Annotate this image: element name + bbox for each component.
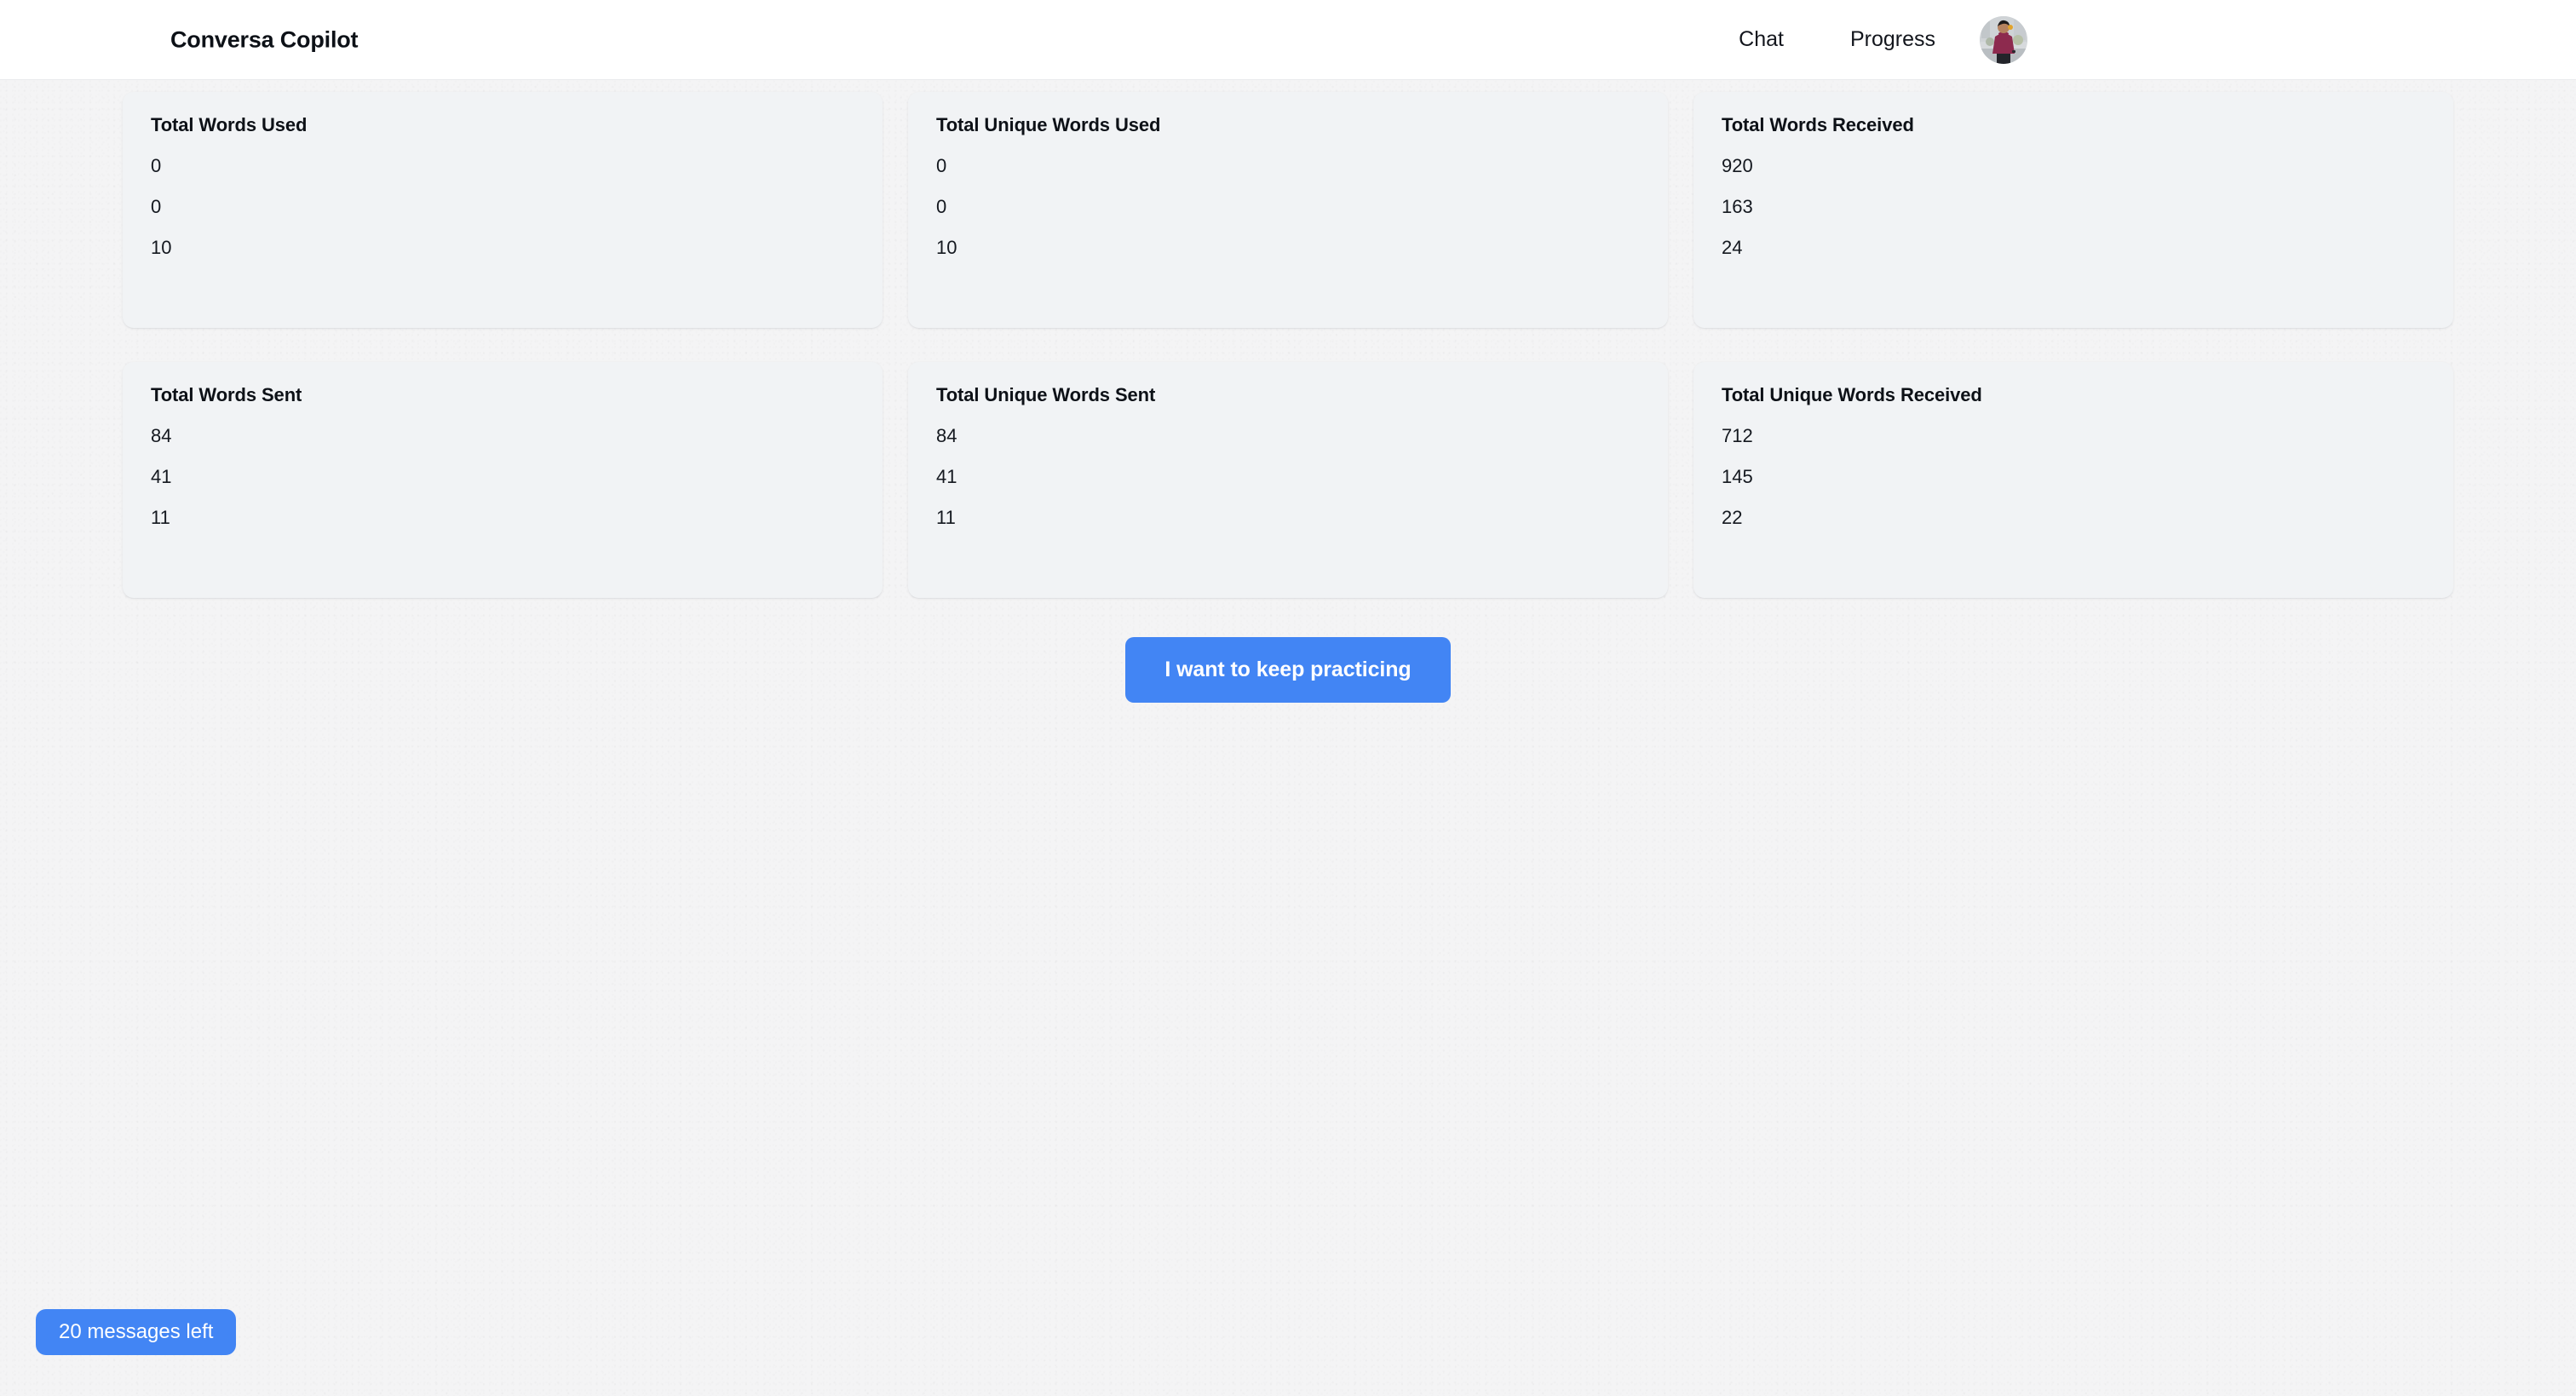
stat-card-value: 11 — [151, 507, 170, 528]
stat-card-title: Total Unique Words Received — [1722, 384, 1982, 405]
stat-card-value: 22 — [1722, 507, 1743, 528]
stat-card-value: 84 — [936, 425, 957, 446]
cta-row: I want to keep practicing — [123, 637, 2453, 703]
stat-card-value: 24 — [1722, 237, 1743, 258]
stat-card-value: 10 — [151, 237, 172, 258]
stat-card-value: 0 — [936, 196, 947, 217]
keep-practicing-button[interactable]: I want to keep practicing — [1125, 637, 1451, 703]
stats-grid: Total Words Used 0 0 10 Total Unique Wor… — [123, 92, 2453, 598]
stat-card-total-unique-words-sent: Total Unique Words Sent 84 41 11 — [908, 362, 1668, 598]
stat-card-value: 10 — [936, 237, 957, 258]
stat-card-value: 920 — [1722, 155, 1753, 176]
main-content: Total Words Used 0 0 10 Total Unique Wor… — [0, 92, 2576, 703]
stat-card-value: 145 — [1722, 466, 1753, 487]
avatar[interactable] — [1980, 15, 2027, 64]
app-title: Conversa Copilot — [170, 26, 359, 52]
stat-card-title: Total Words Sent — [151, 384, 302, 405]
stat-card-title: Total Words Received — [1722, 114, 1914, 135]
stat-card-value: 712 — [1722, 425, 1753, 446]
stat-card-title: Total Unique Words Sent — [936, 384, 1156, 405]
stat-card-total-words-received: Total Words Received 920 163 24 — [1693, 92, 2453, 328]
stat-card-total-unique-words-used: Total Unique Words Used 0 0 10 — [908, 92, 1668, 328]
stat-card-total-words-sent: Total Words Sent 84 41 11 — [123, 362, 883, 598]
stat-card-value: 84 — [151, 425, 172, 446]
stat-card-total-words-used: Total Words Used 0 0 10 — [123, 92, 883, 328]
stat-card-title: Total Words Used — [151, 114, 308, 135]
nav-link-chat[interactable]: Chat — [1739, 20, 1784, 59]
stat-card-value: 11 — [936, 507, 956, 528]
stat-card-value: 0 — [936, 155, 947, 176]
stat-card-value: 41 — [936, 466, 957, 487]
messages-left-badge[interactable]: 20 messages left — [36, 1309, 237, 1355]
stat-card-value: 0 — [151, 196, 162, 217]
nav-link-progress[interactable]: Progress — [1850, 20, 1935, 59]
header-nav: Chat Progress — [1739, 15, 2559, 64]
stat-card-value: 41 — [151, 466, 172, 487]
stat-card-value: 163 — [1722, 196, 1753, 217]
app-header: Conversa Copilot Chat Progress — [0, 0, 2576, 80]
stat-card-title: Total Unique Words Used — [936, 114, 1161, 135]
stat-card-value: 0 — [151, 155, 162, 176]
stat-card-total-unique-words-received: Total Unique Words Received 712 145 22 — [1693, 362, 2453, 598]
